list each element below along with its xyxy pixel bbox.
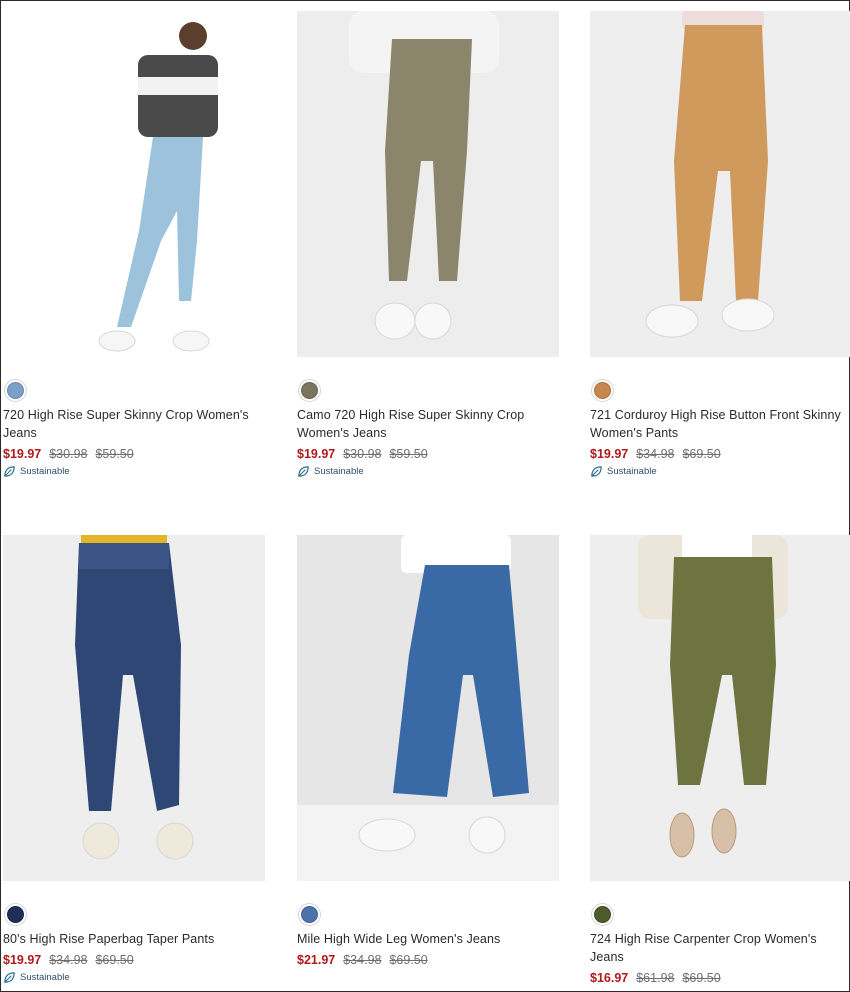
product-name[interactable]: 721 Corduroy High Rise Button Front Skin… xyxy=(590,407,850,442)
sale-price: $21.97 xyxy=(297,953,336,967)
sustainable-label: Sustainable xyxy=(20,972,70,983)
product-name[interactable]: 720 High Rise Super Skinny Crop Women's … xyxy=(3,407,265,442)
product-photo-illustration xyxy=(297,11,559,357)
sale-price: $16.97 xyxy=(590,971,629,985)
color-swatch[interactable] xyxy=(594,382,611,399)
product-card[interactable]: 80's High Rise Paperbag Taper Pants $19.… xyxy=(3,535,265,983)
was-price: $61.98 xyxy=(636,971,675,985)
product-grid: 720 High Rise Super Skinny Crop Women's … xyxy=(0,0,850,992)
product-card[interactable]: Camo 720 High Rise Super Skinny Crop Wom… xyxy=(297,11,559,477)
sale-price: $19.97 xyxy=(590,447,629,461)
price-row: $19.97 $30.98 $59.50 xyxy=(3,446,142,462)
was-price: $30.98 xyxy=(343,447,382,461)
original-price: $69.50 xyxy=(682,447,721,461)
product-photo-illustration xyxy=(590,11,850,357)
sale-price: $19.97 xyxy=(297,447,336,461)
color-swatch[interactable] xyxy=(7,906,24,923)
leaf-icon xyxy=(4,972,15,983)
product-card[interactable]: 720 High Rise Super Skinny Crop Women's … xyxy=(3,11,265,477)
product-image[interactable] xyxy=(297,535,559,881)
sale-price: $19.97 xyxy=(3,447,42,461)
price-row: $19.97 $30.98 $59.50 xyxy=(297,446,436,462)
sustainable-badge: Sustainable xyxy=(297,465,364,478)
product-name[interactable]: 724 High Rise Carpenter Crop Women's Jea… xyxy=(590,931,850,966)
product-card[interactable]: Mile High Wide Leg Women's Jeans $21.97 $… xyxy=(297,535,559,967)
sustainable-badge: Sustainable xyxy=(590,465,657,478)
price-row: $19.97 $34.98 $69.50 xyxy=(3,952,142,968)
product-image[interactable] xyxy=(3,535,265,881)
price-row: $21.97 $34.98 $69.50 xyxy=(297,952,436,968)
product-name[interactable]: Mile High Wide Leg Women's Jeans xyxy=(297,931,559,949)
original-price: $59.50 xyxy=(389,447,428,461)
leaf-icon xyxy=(4,466,15,477)
product-card[interactable]: 724 High Rise Carpenter Crop Women's Jea… xyxy=(590,535,850,985)
was-price: $34.98 xyxy=(636,447,675,461)
sustainable-label: Sustainable xyxy=(20,466,70,477)
product-image[interactable] xyxy=(3,11,265,357)
color-swatch[interactable] xyxy=(301,382,318,399)
leaf-icon xyxy=(298,466,309,477)
price-row: $19.97 $34.98 $69.50 xyxy=(590,446,729,462)
was-price: $34.98 xyxy=(343,953,382,967)
original-price: $69.50 xyxy=(95,953,134,967)
product-card[interactable]: 721 Corduroy High Rise Button Front Skin… xyxy=(590,11,850,477)
was-price: $30.98 xyxy=(49,447,88,461)
color-swatch[interactable] xyxy=(7,382,24,399)
product-photo-illustration xyxy=(3,535,265,881)
leaf-icon xyxy=(591,466,602,477)
original-price: $69.50 xyxy=(389,953,428,967)
product-image[interactable] xyxy=(297,11,559,357)
was-price: $34.98 xyxy=(49,953,88,967)
color-swatch[interactable] xyxy=(594,906,611,923)
sustainable-label: Sustainable xyxy=(607,466,657,477)
sustainable-badge: Sustainable xyxy=(3,971,70,984)
product-image[interactable] xyxy=(590,11,850,357)
product-photo-illustration xyxy=(297,535,559,881)
product-name[interactable]: Camo 720 High Rise Super Skinny Crop Wom… xyxy=(297,407,559,442)
product-image[interactable] xyxy=(590,535,850,881)
original-price: $59.50 xyxy=(95,447,134,461)
color-swatch[interactable] xyxy=(301,906,318,923)
product-name[interactable]: 80's High Rise Paperbag Taper Pants xyxy=(3,931,265,949)
sustainable-badge: Sustainable xyxy=(3,465,70,478)
original-price: $69.50 xyxy=(682,971,721,985)
price-row: $16.97 $61.98 $69.50 xyxy=(590,970,729,986)
sustainable-label: Sustainable xyxy=(314,466,364,477)
product-photo-illustration xyxy=(590,535,850,881)
sale-price: $19.97 xyxy=(3,953,42,967)
product-photo-illustration xyxy=(3,11,265,357)
